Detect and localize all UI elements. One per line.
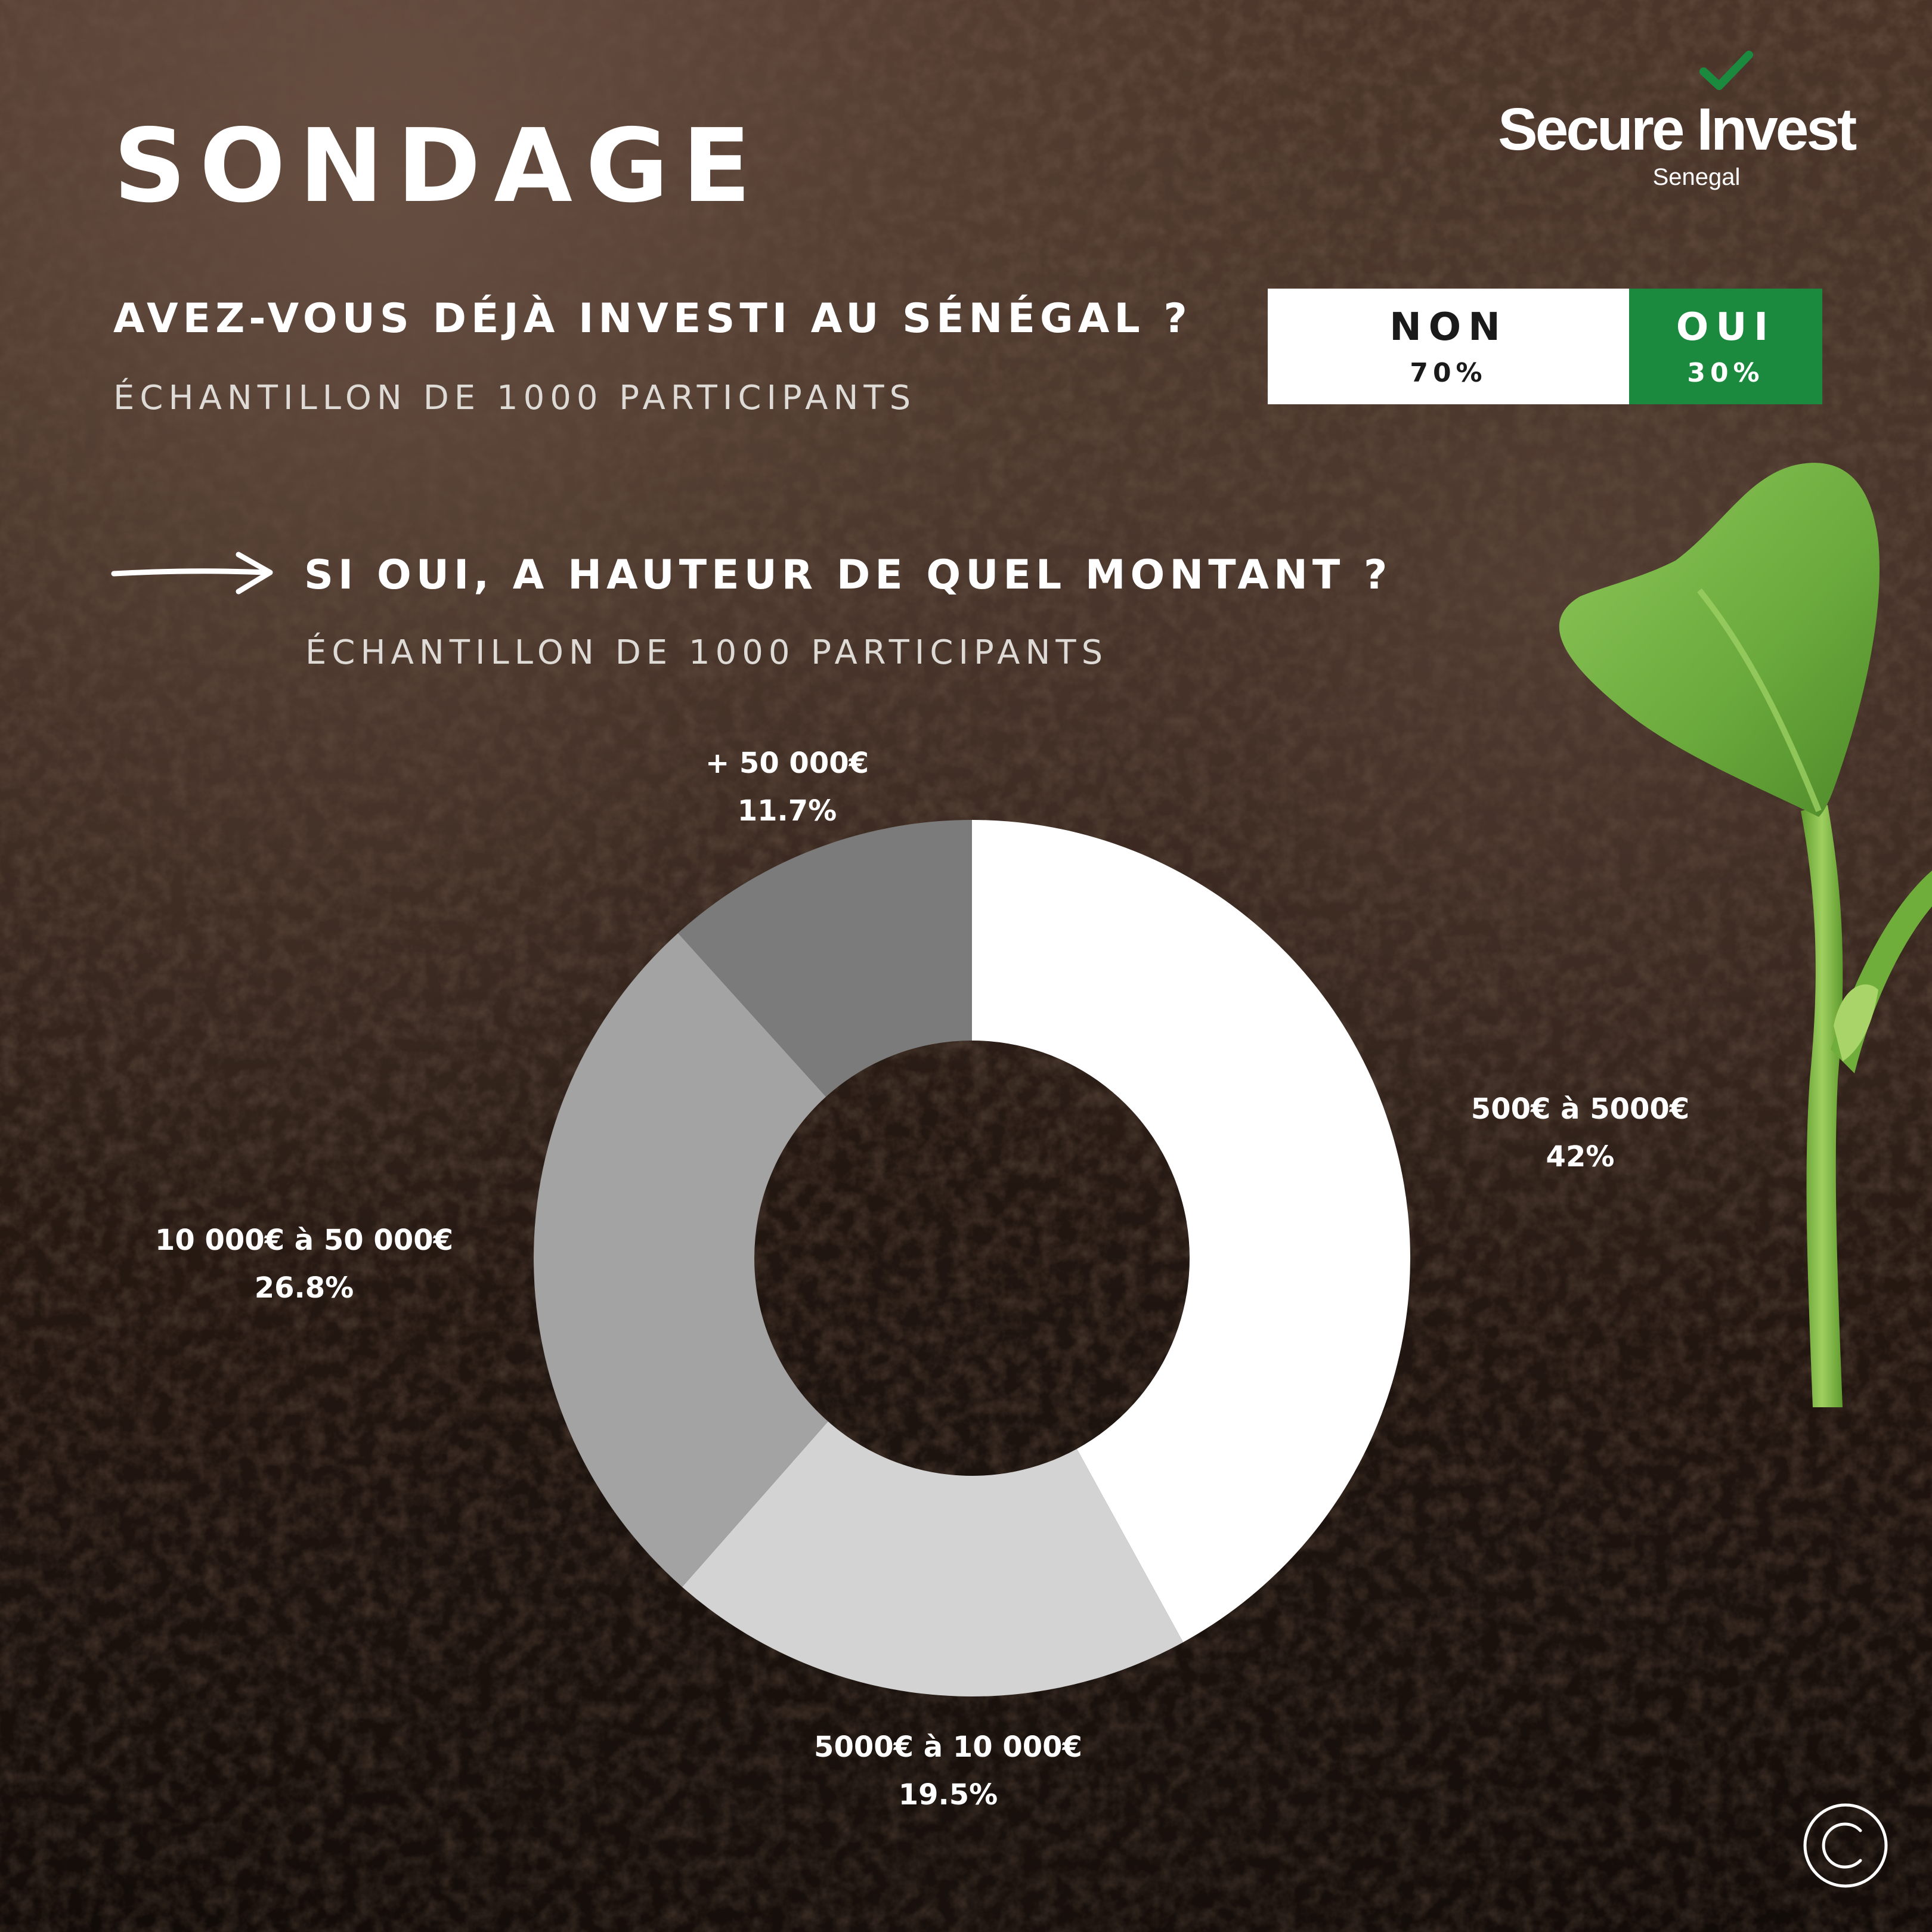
no-bar: NON 70%	[1268, 289, 1629, 404]
donut-category-label: 10 000€ à 50 000€	[154, 1224, 454, 1257]
seedling-image	[1559, 463, 1932, 1407]
no-label: NON	[1389, 305, 1507, 349]
logo-wordmark: Secure Invest	[1498, 96, 1857, 163]
checkmark-icon	[1699, 51, 1753, 90]
question-1-heading: AVEZ-VOUS DÉJÀ INVESTI AU SÉNÉGAL ?	[113, 295, 1192, 342]
amount-donut-chart	[533, 820, 1410, 1696]
copyright-icon	[1803, 1803, 1888, 1888]
arrow-right-icon	[111, 552, 273, 595]
donut-value-label: 11.7%	[737, 794, 837, 828]
secure-invest-logo: Secure Invest Senegal	[1491, 48, 1902, 203]
donut-category-label: 500€ à 5000€	[1470, 1092, 1690, 1126]
donut-slice-label: + 50 000€ 11.7%	[705, 739, 869, 835]
donut-value-label: 26.8%	[254, 1271, 354, 1305]
yes-value: 30%	[1687, 357, 1764, 388]
page-title: SONDAGE	[113, 107, 764, 225]
question-2-sample: ÉCHANTILLON DE 1000 PARTICIPANTS	[305, 633, 1109, 672]
donut-category-label: + 50 000€	[705, 747, 869, 780]
donut-slice-label: 10 000€ à 50 000€ 26.8%	[155, 1216, 453, 1312]
donut-category-label: 5000€ à 10 000€	[814, 1730, 1082, 1764]
no-value: 70%	[1410, 357, 1487, 388]
logo-subtitle: Senegal	[1652, 164, 1741, 190]
question-2-heading: SI OUI, A HAUTEUR DE QUEL MONTANT ?	[304, 552, 1392, 599]
yes-no-bar-chart: NON 70% OUI 30%	[1268, 289, 1822, 404]
yes-bar: OUI 30%	[1629, 289, 1822, 404]
yes-label: OUI	[1676, 305, 1776, 349]
donut-slice-label: 500€ à 5000€ 42%	[1471, 1085, 1689, 1181]
donut-value-label: 42%	[1546, 1140, 1615, 1174]
question-1-sample: ÉCHANTILLON DE 1000 PARTICIPANTS	[113, 379, 917, 417]
donut-value-label: 19.5%	[898, 1778, 998, 1812]
donut-slice-label: 5000€ à 10 000€ 19.5%	[814, 1723, 1082, 1819]
